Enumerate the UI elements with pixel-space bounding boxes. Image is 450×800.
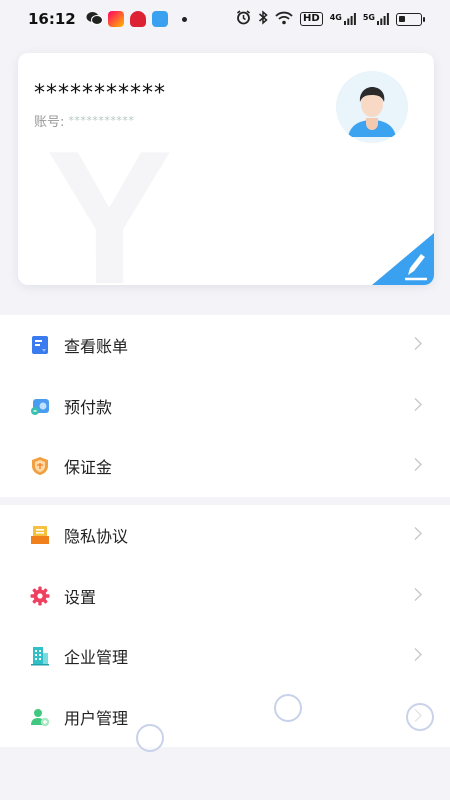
gear-icon bbox=[30, 586, 50, 606]
network-label-1: 4G bbox=[329, 13, 342, 22]
menu-item-user-management[interactable]: 用户管理 bbox=[0, 687, 450, 748]
chevron-right-icon bbox=[414, 336, 422, 355]
hd-badge: HD bbox=[300, 12, 323, 26]
menu-item-enterprise[interactable]: 企业管理 bbox=[0, 626, 450, 687]
menu-item-label: 查看账单 bbox=[64, 337, 129, 357]
menu-group-billing: 查看账单 预付款 保证金 bbox=[0, 315, 450, 497]
game-app-icon bbox=[107, 11, 124, 27]
avatar[interactable] bbox=[336, 71, 408, 143]
shield-icon bbox=[30, 456, 50, 476]
account-label: 账号: bbox=[34, 115, 65, 130]
edit-profile-button[interactable] bbox=[372, 233, 434, 285]
more-notifications-dot bbox=[181, 16, 187, 22]
menu-item-label: 用户管理 bbox=[64, 708, 129, 728]
menu-item-label: 保证金 bbox=[64, 458, 113, 478]
prepay-icon bbox=[30, 396, 50, 416]
touch-indicator bbox=[136, 724, 164, 752]
notification-icons bbox=[86, 11, 187, 27]
touch-indicator bbox=[406, 703, 434, 731]
wifi-icon bbox=[275, 11, 293, 28]
chevron-right-icon bbox=[414, 396, 422, 415]
menu-item-label: 企业管理 bbox=[64, 648, 129, 668]
alarm-icon bbox=[236, 10, 251, 28]
chevron-right-icon bbox=[414, 647, 422, 666]
signal-4g-icon: 4G bbox=[330, 13, 356, 25]
battery-icon bbox=[396, 12, 425, 26]
user-avatar-icon bbox=[336, 71, 408, 143]
menu-item-bill[interactable]: 查看账单 bbox=[0, 315, 450, 376]
weather-app-icon bbox=[151, 11, 168, 27]
signal-5g-icon: 5G bbox=[363, 13, 389, 25]
profile-card[interactable]: Y *********** 账号: *********** bbox=[18, 53, 434, 285]
battery-level bbox=[399, 15, 405, 22]
touch-indicator bbox=[274, 694, 302, 722]
network-label-2: 5G bbox=[362, 13, 375, 22]
user-manage-icon bbox=[30, 707, 50, 727]
shop-app-icon bbox=[129, 11, 146, 27]
account-row: 账号: *********** bbox=[34, 111, 134, 130]
menu-item-label: 预付款 bbox=[64, 397, 113, 417]
menu-item-label: 设置 bbox=[64, 587, 97, 607]
menu-item-privacy[interactable]: 隐私协议 bbox=[0, 505, 450, 566]
menu-group-settings: 隐私协议 设置 企业管理 用户管理 bbox=[0, 505, 450, 747]
menu-item-deposit[interactable]: 保证金 bbox=[0, 436, 450, 497]
building-icon bbox=[30, 646, 50, 666]
status-bar: 16:12 HD 4G 5G bbox=[0, 0, 450, 38]
menu-item-label: 隐私协议 bbox=[64, 527, 129, 547]
status-time: 16:12 bbox=[28, 10, 76, 28]
account-value: *********** bbox=[68, 114, 135, 127]
card-watermark: Y bbox=[46, 112, 173, 285]
chevron-right-icon bbox=[414, 457, 422, 476]
menu-item-prepay[interactable]: 预付款 bbox=[0, 376, 450, 437]
wechat-icon bbox=[86, 11, 103, 27]
bill-icon bbox=[30, 335, 50, 355]
chevron-right-icon bbox=[414, 586, 422, 605]
menu-item-settings[interactable]: 设置 bbox=[0, 566, 450, 627]
system-icons: HD 4G 5G bbox=[236, 10, 425, 28]
bluetooth-icon bbox=[258, 10, 268, 28]
privacy-icon bbox=[30, 525, 50, 545]
chevron-right-icon bbox=[414, 526, 422, 545]
user-name: *********** bbox=[34, 81, 166, 106]
